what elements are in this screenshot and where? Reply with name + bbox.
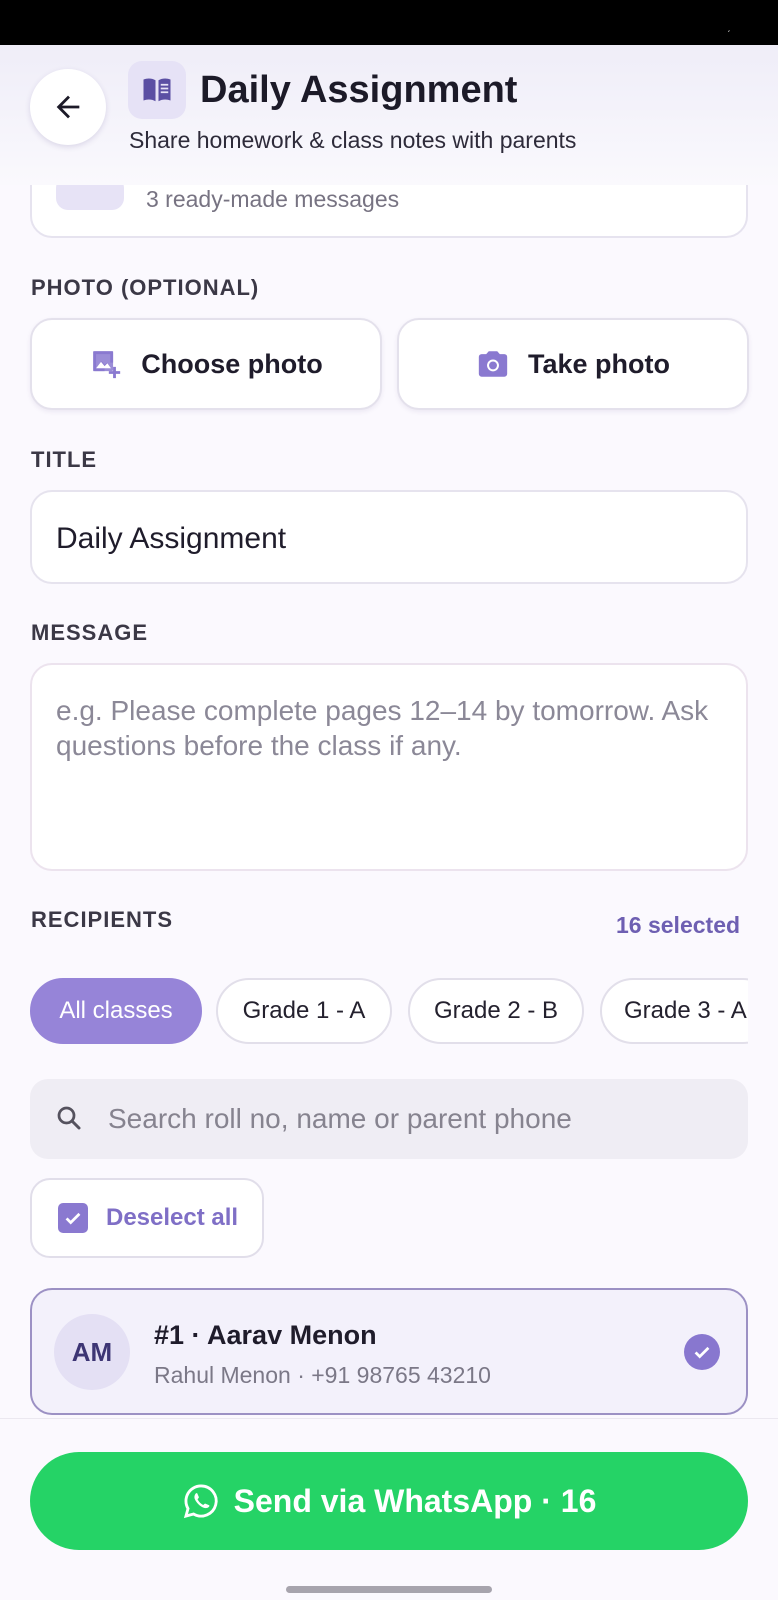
templates-subtitle: 3 ready-made messages bbox=[146, 186, 400, 212]
title-input-value: Daily Assignment bbox=[56, 522, 287, 555]
book-icon bbox=[143, 78, 171, 102]
take-photo-label: Take photo bbox=[527, 348, 670, 379]
send-whatsapp-button[interactable]: Send via WhatsApp · 16 bbox=[30, 1452, 748, 1550]
choose-photo-button[interactable]: Choose photo bbox=[30, 318, 382, 410]
whatsapp-icon bbox=[183, 1484, 218, 1519]
check-circle-icon bbox=[684, 1334, 720, 1370]
student-name: #1 · Aarav Menon bbox=[154, 1320, 377, 1350]
bottom-action-bar: Send via WhatsApp · 16 bbox=[0, 1418, 778, 1600]
home-indicator bbox=[286, 1586, 492, 1593]
chip-grade-2-b[interactable]: Grade 2 - B bbox=[408, 978, 584, 1044]
chip-grade-3-a[interactable]: Grade 3 - A bbox=[600, 978, 748, 1044]
send-label: Send via WhatsApp · 16 bbox=[233, 1482, 597, 1519]
title-input[interactable]: Daily Assignment bbox=[30, 490, 748, 584]
recipients-section-label: RECIPIENTS bbox=[31, 907, 174, 932]
student-row[interactable]: AM #1 · Aarav Menon Rahul Menon · +91 98… bbox=[30, 1288, 748, 1415]
search-input[interactable] bbox=[108, 1097, 728, 1141]
chip-grade-1-a[interactable]: Grade 1 - A bbox=[216, 978, 392, 1044]
back-button[interactable] bbox=[30, 69, 106, 145]
search-icon bbox=[57, 1106, 81, 1130]
checkbox-checked-icon bbox=[58, 1203, 88, 1233]
camera-icon bbox=[478, 351, 508, 377]
book-badge bbox=[128, 61, 186, 119]
add-photo-icon bbox=[93, 351, 121, 379]
title-section-label: TITLE bbox=[31, 447, 98, 472]
message-textarea[interactable]: e.g. Please complete pages 12–14 by tomo… bbox=[30, 663, 748, 871]
status-mark: ˏ bbox=[727, 22, 731, 33]
search-box bbox=[30, 1079, 748, 1159]
message-placeholder: e.g. Please complete pages 12–14 by tomo… bbox=[56, 695, 709, 761]
deselect-all-label: Deselect all bbox=[106, 1204, 239, 1231]
selected-count: 16 selected bbox=[616, 912, 741, 938]
page-subtitle: Share homework & class notes with parent… bbox=[129, 127, 577, 153]
photo-section-label: PHOTO (OPTIONAL) bbox=[31, 275, 260, 300]
arrow-left-icon bbox=[56, 95, 80, 119]
take-photo-button[interactable]: Take photo bbox=[397, 318, 749, 410]
class-filter-chips: All classes Grade 1 - A Grade 2 - B Grad… bbox=[30, 978, 748, 1046]
choose-photo-label: Choose photo bbox=[141, 348, 323, 379]
status-bar: ˏ bbox=[0, 0, 778, 45]
parent-contact: Rahul Menon · +91 98765 43210 bbox=[154, 1362, 491, 1388]
message-section-label: MESSAGE bbox=[31, 620, 149, 645]
page-header: Daily Assignment Share homework & class … bbox=[0, 45, 778, 185]
chip-all-classes[interactable]: All classes bbox=[30, 978, 202, 1044]
avatar: AM bbox=[54, 1314, 130, 1390]
page-title: Daily Assignment bbox=[200, 69, 518, 111]
deselect-all-button[interactable]: Deselect all bbox=[30, 1178, 264, 1258]
